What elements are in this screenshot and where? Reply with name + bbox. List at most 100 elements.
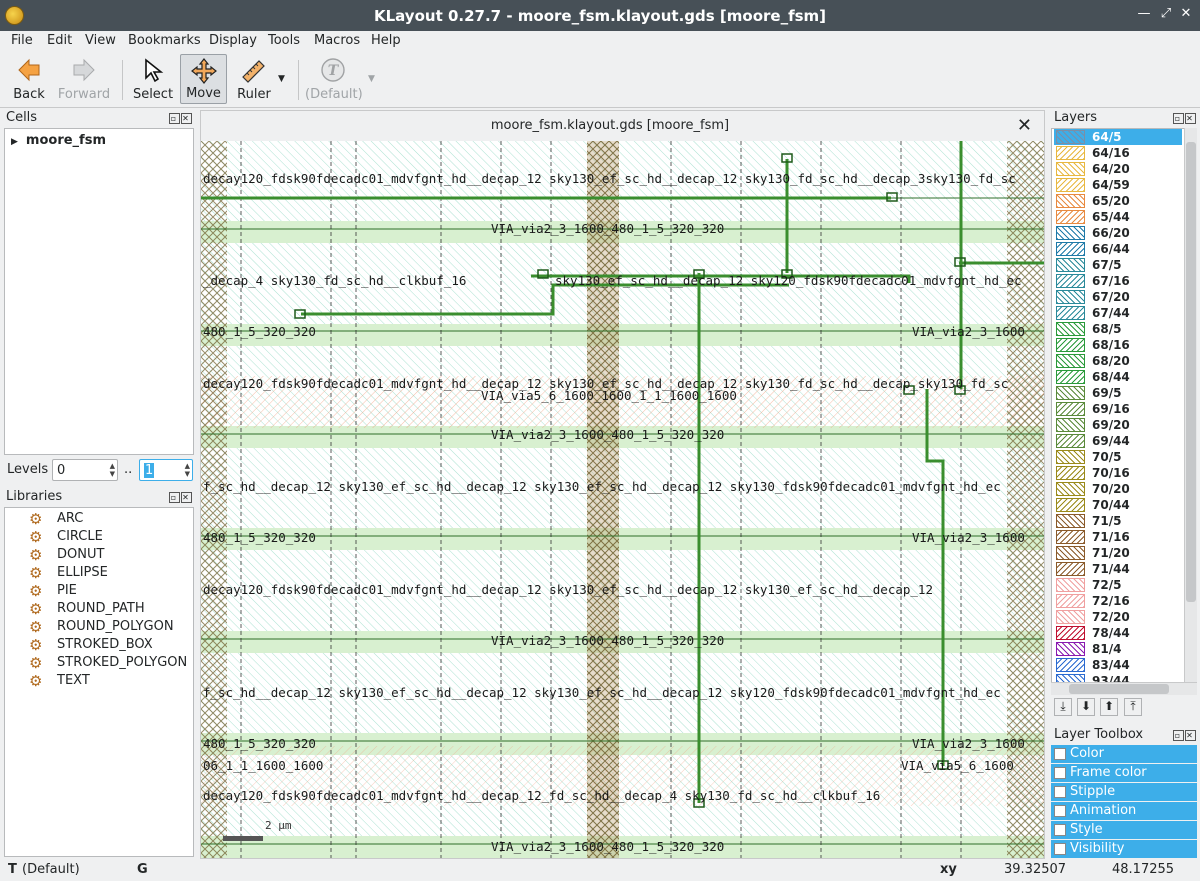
back-button[interactable]: Back	[6, 54, 52, 104]
layer-row[interactable]: 69/20	[1054, 417, 1182, 433]
layer-row[interactable]: 71/20	[1054, 545, 1182, 561]
menu-display[interactable]: Display	[209, 33, 257, 48]
move-to-top-icon[interactable]: ⤒	[1124, 698, 1142, 716]
layer-name: 71/44	[1092, 562, 1130, 576]
layer-row[interactable]: 71/16	[1054, 529, 1182, 545]
layer-swatch	[1056, 546, 1085, 560]
menu-file[interactable]: File	[11, 33, 33, 48]
layout-label: VIA_via2_3_1600	[912, 736, 1025, 751]
expand-checkbox[interactable]	[1054, 748, 1066, 760]
layer-row[interactable]: 72/20	[1054, 609, 1182, 625]
layer-row[interactable]: 72/16	[1054, 593, 1182, 609]
layer-row[interactable]: 67/5	[1054, 257, 1182, 273]
expand-checkbox[interactable]	[1054, 824, 1066, 836]
move-down-icon[interactable]: ⬇	[1077, 698, 1095, 716]
expand-checkbox[interactable]	[1054, 805, 1066, 817]
ruler-icon	[242, 60, 265, 83]
close-panel-button[interactable]: ✕	[181, 492, 192, 503]
layer-row[interactable]: 65/20	[1054, 193, 1182, 209]
layers-hscrollbar[interactable]	[1051, 682, 1197, 695]
move-up-icon[interactable]: ⬆	[1100, 698, 1118, 716]
levels-max-spinbox[interactable]: 1 ▲ ▼	[139, 459, 193, 481]
layers-list[interactable]: 64/5 64/16 64/20 64/59 65/20 65/44 66/20 66/44 6…	[1051, 128, 1197, 695]
levels-min-spinbox[interactable]: 0 ▲ ▼	[52, 459, 118, 481]
float-button[interactable]: ▫	[169, 113, 180, 124]
scrollbar-thumb[interactable]	[1186, 142, 1196, 602]
layers-scrollbar[interactable]	[1184, 128, 1197, 683]
toolbox-frame-color[interactable]: Frame color	[1051, 764, 1197, 782]
layer-row[interactable]: 64/16	[1054, 145, 1182, 161]
toolbox-stipple[interactable]: Stipple	[1051, 783, 1197, 801]
layout-canvas[interactable]: decay120_fdsk90fdecadc01_mdvfgnt_hd__dec…	[201, 141, 1044, 858]
float-button[interactable]: ▫	[1173, 730, 1184, 741]
text-tool-button[interactable]: T (Default)	[305, 54, 363, 104]
close-tab-icon[interactable]: ✕	[1017, 115, 1032, 136]
layer-row[interactable]: 64/59	[1054, 177, 1182, 193]
layer-row[interactable]: 71/44	[1054, 561, 1182, 577]
layer-row[interactable]: 70/5	[1054, 449, 1182, 465]
menu-macros[interactable]: Macros	[314, 33, 360, 48]
layer-row[interactable]: 68/16	[1054, 337, 1182, 353]
close-panel-button[interactable]: ✕	[1185, 113, 1196, 124]
close-window-button[interactable]: ✕	[1178, 6, 1194, 22]
layer-row[interactable]: 70/44	[1054, 497, 1182, 513]
layer-row[interactable]: 64/5	[1054, 129, 1182, 145]
layout-tab[interactable]: moore_fsm.klayout.gds [moore_fsm] ✕	[201, 111, 1044, 141]
layer-row[interactable]: 69/5	[1054, 385, 1182, 401]
layer-row[interactable]: 71/5	[1054, 513, 1182, 529]
minimize-button[interactable]: —	[1136, 6, 1152, 22]
expand-checkbox[interactable]	[1054, 767, 1066, 779]
layer-row[interactable]: 67/16	[1054, 273, 1182, 289]
cell-tree-item[interactable]: ▶ moore_fsm	[11, 133, 106, 148]
expand-checkbox[interactable]	[1054, 843, 1066, 855]
expand-arrow-icon[interactable]: ▶	[11, 137, 18, 147]
ruler-dropdown-arrow-icon[interactable]: ▼	[278, 74, 285, 84]
spin-arrows-icon[interactable]: ▲ ▼	[110, 462, 115, 478]
menu-view[interactable]: View	[85, 33, 116, 48]
expand-checkbox[interactable]	[1054, 786, 1066, 798]
spin-arrows-icon[interactable]: ▲ ▼	[185, 462, 190, 478]
layer-row[interactable]: 78/44	[1054, 625, 1182, 641]
forward-button[interactable]: Forward	[56, 54, 112, 104]
close-panel-button[interactable]: ✕	[181, 113, 192, 124]
layer-row[interactable]: 66/20	[1054, 225, 1182, 241]
layer-swatch	[1056, 610, 1085, 624]
toolbox-style[interactable]: Style	[1051, 821, 1197, 839]
move-to-bottom-icon[interactable]: ⤓	[1054, 698, 1072, 716]
move-tool-button[interactable]: Move	[180, 54, 227, 104]
layer-row[interactable]: 68/5	[1054, 321, 1182, 337]
layer-row[interactable]: 70/16	[1054, 465, 1182, 481]
close-panel-button[interactable]: ✕	[1185, 730, 1196, 741]
layer-row[interactable]: 69/44	[1054, 433, 1182, 449]
layer-row[interactable]: 68/44	[1054, 369, 1182, 385]
layer-name: 67/44	[1092, 306, 1130, 320]
layer-row[interactable]: 70/20	[1054, 481, 1182, 497]
select-tool-button[interactable]: Select	[130, 54, 176, 104]
float-button[interactable]: ▫	[1173, 113, 1184, 124]
gear-icon: ⚙	[29, 564, 43, 582]
layer-swatch	[1056, 162, 1085, 176]
hscrollbar-thumb[interactable]	[1069, 684, 1169, 694]
layer-row[interactable]: 65/44	[1054, 209, 1182, 225]
layer-row[interactable]: 81/4	[1054, 641, 1182, 657]
layer-row[interactable]: 68/20	[1054, 353, 1182, 369]
menu-edit[interactable]: Edit	[47, 33, 72, 48]
layer-row[interactable]: 72/5	[1054, 577, 1182, 593]
layer-row[interactable]: 83/44	[1054, 657, 1182, 673]
text-dropdown-arrow-icon[interactable]: ▼	[368, 74, 375, 84]
menu-help[interactable]: Help	[371, 33, 401, 48]
layer-row[interactable]: 64/20	[1054, 161, 1182, 177]
menu-tools[interactable]: Tools	[268, 33, 300, 48]
restore-button[interactable]: ⤢	[1158, 6, 1174, 22]
toolbox-color[interactable]: Color	[1051, 745, 1197, 763]
layer-row[interactable]: 66/44	[1054, 241, 1182, 257]
toolbox-animation[interactable]: Animation	[1051, 802, 1197, 820]
layer-row[interactable]: 67/20	[1054, 289, 1182, 305]
layer-row[interactable]: 67/44	[1054, 305, 1182, 321]
toolbox-visibility[interactable]: Visibility	[1051, 840, 1197, 858]
layer-row[interactable]: 69/16	[1054, 401, 1182, 417]
float-button[interactable]: ▫	[169, 492, 180, 503]
menu-bookmarks[interactable]: Bookmarks	[128, 33, 201, 48]
ruler-tool-button[interactable]: Ruler	[231, 54, 277, 104]
layout-drawing[interactable]: decay120_fdsk90fdecadc01_mdvfgnt_hd__dec…	[201, 141, 1044, 858]
